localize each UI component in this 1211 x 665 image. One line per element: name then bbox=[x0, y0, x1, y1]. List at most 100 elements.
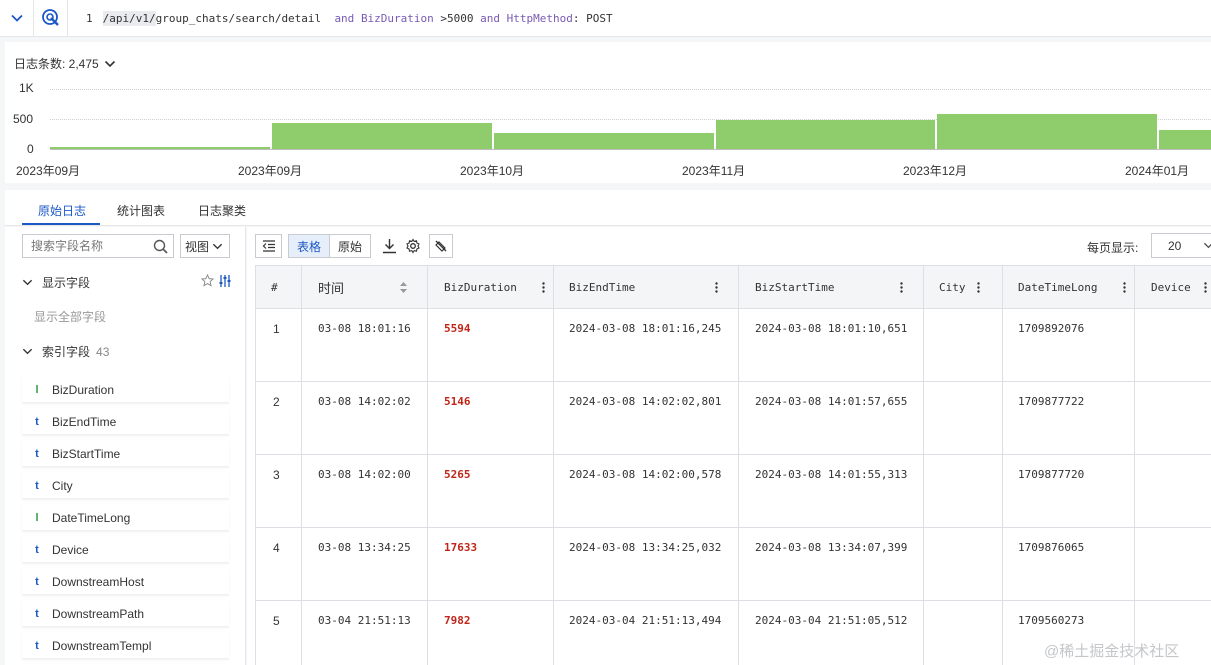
view-select[interactable]: 视图 bbox=[180, 234, 230, 258]
search-icon[interactable] bbox=[153, 239, 168, 254]
index-fields-label: 索引字段 bbox=[42, 345, 91, 359]
x-tick-label: 2024年01月 bbox=[1125, 164, 1190, 178]
column-header-bizstarttime[interactable]: BizStartTime bbox=[739, 266, 924, 309]
show-all-fields-link[interactable]: 显示全部字段 bbox=[34, 308, 106, 325]
query-input[interactable]: 1 /api/v1/group_chats/search/detail and … bbox=[68, 10, 613, 26]
cell-time: 03-08 14:02:02 bbox=[302, 382, 428, 455]
star-icon[interactable] bbox=[201, 274, 214, 287]
table-header: # 时间 BizDuration BizEndTime BizStartTime… bbox=[256, 266, 1211, 309]
text-type-icon: t bbox=[35, 415, 39, 428]
x-axis-line bbox=[50, 149, 1211, 150]
field-item[interactable]: t Device bbox=[22, 537, 229, 563]
more-vertical-icon[interactable] bbox=[1204, 282, 1207, 293]
cell-bizendtime: 2024-03-08 14:02:00,578 bbox=[554, 455, 739, 528]
field-item[interactable]: t BizEndTime bbox=[22, 409, 229, 435]
cell-index: 1 bbox=[256, 309, 302, 382]
column-header-datetimelong[interactable]: DateTimeLong bbox=[1003, 266, 1135, 309]
column-header-index: # bbox=[256, 266, 302, 309]
field-item[interactable]: t BizStartTime bbox=[22, 441, 229, 467]
x-tick-label: 2023年09月 bbox=[16, 164, 81, 178]
raw-mode-button[interactable]: 原始 bbox=[330, 235, 370, 257]
more-vertical-icon[interactable] bbox=[1123, 282, 1126, 293]
long-type-icon: l bbox=[35, 383, 39, 396]
query-path: group_chats/search/detail bbox=[155, 11, 322, 25]
histogram-bar[interactable] bbox=[716, 120, 935, 149]
cell-bizendtime: 2024-03-08 18:01:16,245 bbox=[554, 309, 739, 382]
field-item[interactable]: t DownstreamPath bbox=[22, 601, 229, 627]
settings-sliders-icon[interactable] bbox=[218, 274, 232, 288]
cell-city bbox=[924, 528, 1003, 601]
chevron-down-icon bbox=[22, 348, 33, 355]
cell-index: 2 bbox=[256, 382, 302, 455]
cell-bizduration: 17633 bbox=[428, 528, 554, 601]
column-header-device[interactable]: Device bbox=[1135, 266, 1211, 309]
cell-city bbox=[924, 601, 1003, 665]
table-mode-button[interactable]: 表格 bbox=[289, 235, 331, 257]
query-bar: 1 /api/v1/group_chats/search/detail and … bbox=[0, 0, 1211, 37]
long-type-icon: l bbox=[35, 511, 39, 524]
cell-bizduration: 5265 bbox=[428, 455, 554, 528]
chevron-down-icon bbox=[1204, 242, 1211, 249]
query-type-button[interactable] bbox=[34, 0, 68, 36]
per-page-label: 每页显示: bbox=[1087, 241, 1139, 255]
collapse-button[interactable] bbox=[0, 0, 34, 36]
field-item[interactable]: l DateTimeLong bbox=[22, 505, 229, 531]
chevron-down-icon bbox=[104, 60, 115, 67]
cell-city bbox=[924, 455, 1003, 528]
gear-icon[interactable] bbox=[405, 238, 421, 254]
histogram-bar[interactable] bbox=[937, 114, 1157, 149]
histogram-bar[interactable] bbox=[1159, 130, 1211, 149]
per-page-select[interactable]: 20 bbox=[1151, 233, 1211, 258]
tab-log-clustering[interactable]: 日志聚类 bbox=[198, 202, 246, 219]
histogram-bar[interactable] bbox=[272, 123, 492, 149]
cell-bizendtime: 2024-03-04 21:51:13,494 bbox=[554, 601, 739, 665]
table-row[interactable]: 2 03-08 14:02:02 5146 2024-03-08 14:02:02,8… bbox=[256, 382, 1211, 455]
more-vertical-icon[interactable] bbox=[542, 282, 545, 293]
cell-datetimelong: 1709876065 bbox=[1003, 528, 1135, 601]
table-row[interactable]: 4 03-08 13:34:25 17633 2024-03-08 13:34:25,… bbox=[256, 528, 1211, 601]
column-header-time[interactable]: 时间 bbox=[302, 266, 428, 309]
tab-raw-logs[interactable]: 原始日志 bbox=[38, 202, 86, 219]
cell-bizstarttime: 2024-03-04 21:51:05,512 bbox=[739, 601, 924, 665]
download-icon[interactable] bbox=[382, 238, 397, 254]
column-header-bizendtime[interactable]: BizEndTime bbox=[554, 266, 739, 309]
cell-time: 03-04 21:51:13 bbox=[302, 601, 428, 665]
table-row[interactable]: 3 03-08 14:02:00 5265 2024-03-08 14:02:00,5… bbox=[256, 455, 1211, 528]
field-name: DownstreamHost bbox=[52, 574, 145, 589]
field-item[interactable]: t City bbox=[22, 473, 229, 499]
chevron-down-icon bbox=[10, 14, 23, 22]
field-search-input[interactable] bbox=[23, 239, 147, 253]
cell-datetimelong: 1709877720 bbox=[1003, 455, 1135, 528]
cell-city bbox=[924, 309, 1003, 382]
tab-stat-charts[interactable]: 统计图表 bbox=[117, 202, 165, 219]
more-vertical-icon[interactable] bbox=[715, 282, 718, 293]
log-count-dropdown[interactable]: 日志条数: 2,475 bbox=[14, 55, 116, 72]
more-vertical-icon[interactable] bbox=[900, 282, 903, 293]
field-name: Device bbox=[52, 542, 89, 557]
more-vertical-icon[interactable] bbox=[977, 282, 980, 293]
column-header-bizduration[interactable]: BizDuration bbox=[428, 266, 554, 309]
chevron-down-icon bbox=[22, 279, 33, 286]
field-name: DownstreamTempl bbox=[52, 638, 152, 653]
toggle-sidebar-button[interactable] bbox=[255, 234, 282, 258]
clear-format-button[interactable] bbox=[429, 234, 453, 258]
sort-icon[interactable] bbox=[399, 281, 408, 294]
cell-bizduration: 5146 bbox=[428, 382, 554, 455]
active-tab-indicator bbox=[22, 223, 100, 225]
field-item[interactable]: t DownstreamTempl bbox=[22, 633, 229, 659]
text-type-icon: t bbox=[35, 543, 39, 556]
histogram-bar[interactable] bbox=[494, 133, 714, 149]
index-fields-header[interactable]: 索引字段 43 bbox=[22, 343, 109, 360]
table-row[interactable]: 1 03-08 18:01:16 5594 2024-03-08 18:01:16,2… bbox=[256, 309, 1211, 382]
text-type-icon: t bbox=[35, 479, 39, 492]
cell-bizduration: 5594 bbox=[428, 309, 554, 382]
cell-index: 5 bbox=[256, 601, 302, 665]
x-tick-label: 2023年11月 bbox=[682, 164, 746, 178]
shown-fields-header[interactable]: 显示字段 bbox=[22, 274, 90, 291]
field-item[interactable]: t DownstreamHost bbox=[22, 569, 229, 595]
query-operator: >5000 bbox=[440, 11, 474, 25]
field-item[interactable]: l BizDuration bbox=[22, 377, 229, 403]
query-path-highlight: /api/v1/ bbox=[102, 10, 156, 26]
index-fields-count: 43 bbox=[96, 344, 110, 359]
column-header-city[interactable]: City bbox=[924, 266, 1003, 309]
